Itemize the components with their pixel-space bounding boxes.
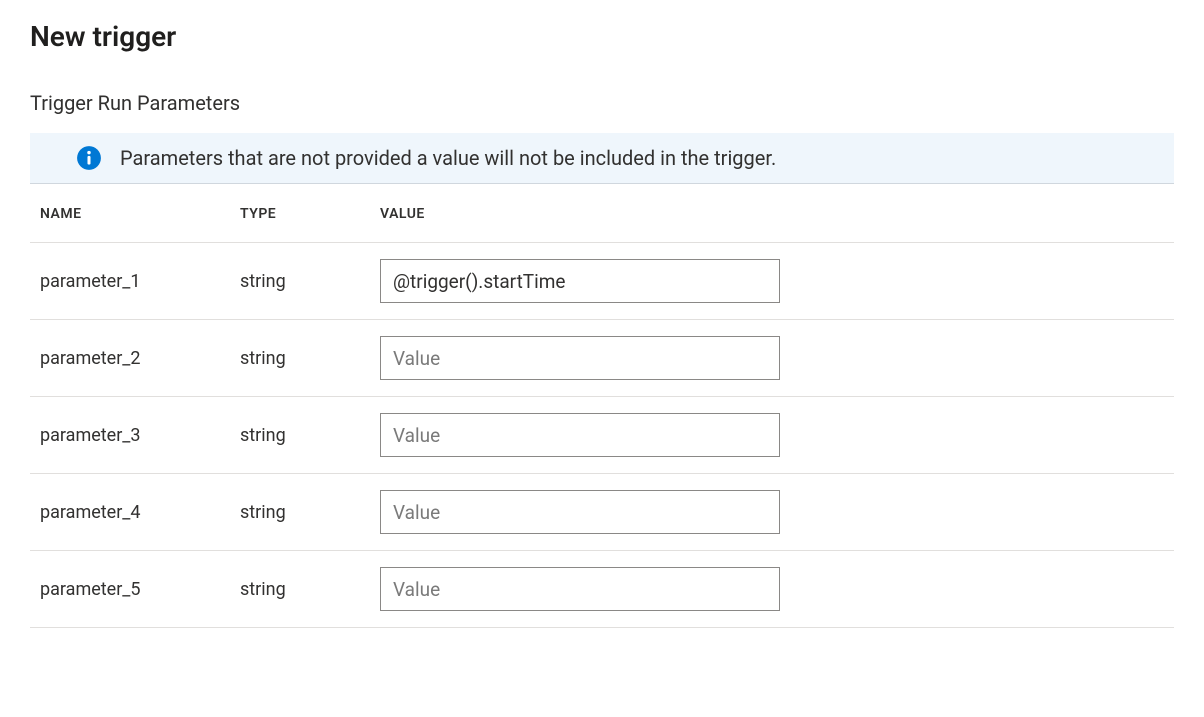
info-banner-text: Parameters that are not provided a value…	[120, 146, 776, 170]
table-header-row: NAME TYPE VALUE	[30, 184, 1174, 243]
param-value-cell	[370, 243, 1174, 320]
info-icon	[76, 145, 102, 171]
parameters-table: NAME TYPE VALUE parameter_1stringparamet…	[30, 184, 1174, 628]
page-title: New trigger	[30, 20, 1174, 53]
param-value-input[interactable]	[380, 259, 780, 303]
param-value-input[interactable]	[380, 336, 780, 380]
param-value-input[interactable]	[380, 413, 780, 457]
param-value-cell	[370, 397, 1174, 474]
section-title: Trigger Run Parameters	[30, 91, 1174, 115]
column-header-value: VALUE	[370, 184, 1174, 243]
param-name-cell: parameter_5	[30, 551, 230, 628]
info-banner: Parameters that are not provided a value…	[30, 133, 1174, 184]
param-type-cell: string	[230, 551, 370, 628]
param-type-cell: string	[230, 243, 370, 320]
param-value-input[interactable]	[380, 490, 780, 534]
param-name-cell: parameter_2	[30, 320, 230, 397]
param-type-cell: string	[230, 320, 370, 397]
column-header-name: NAME	[30, 184, 230, 243]
param-name-cell: parameter_1	[30, 243, 230, 320]
table-row: parameter_5string	[30, 551, 1174, 628]
param-type-cell: string	[230, 397, 370, 474]
param-name-cell: parameter_3	[30, 397, 230, 474]
param-value-cell	[370, 320, 1174, 397]
table-row: parameter_3string	[30, 397, 1174, 474]
param-type-cell: string	[230, 474, 370, 551]
param-value-cell	[370, 474, 1174, 551]
table-row: parameter_1string	[30, 243, 1174, 320]
table-row: parameter_4string	[30, 474, 1174, 551]
param-name-cell: parameter_4	[30, 474, 230, 551]
param-value-cell	[370, 551, 1174, 628]
param-value-input[interactable]	[380, 567, 780, 611]
table-row: parameter_2string	[30, 320, 1174, 397]
column-header-type: TYPE	[230, 184, 370, 243]
